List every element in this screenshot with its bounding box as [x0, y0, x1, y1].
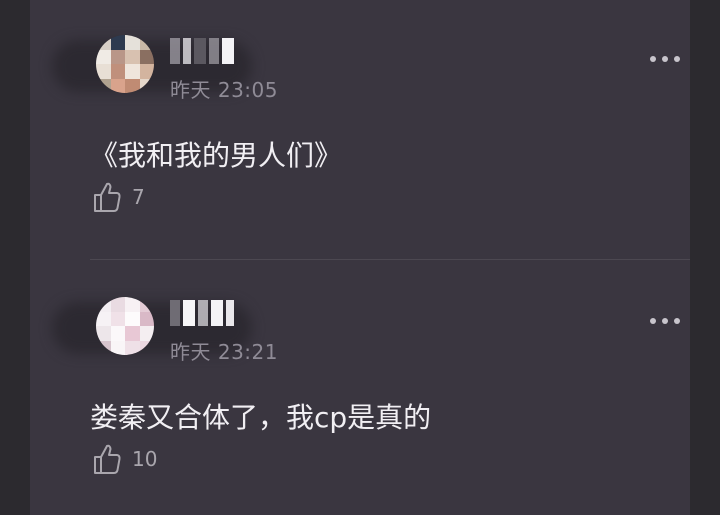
like-button[interactable]: 10 — [92, 443, 157, 475]
comment-time: 昨天 23:21 — [170, 340, 278, 364]
more-horizontal-icon — [650, 56, 656, 62]
like-count: 10 — [132, 447, 158, 471]
username-mosaic[interactable] — [170, 300, 234, 326]
thumbs-up-icon — [94, 444, 121, 474]
more-horizontal-icon — [650, 318, 656, 324]
avatar[interactable] — [96, 35, 154, 93]
avatar[interactable] — [96, 297, 154, 355]
divider — [90, 259, 690, 260]
comment-text: 《我和我的男人们》 — [90, 139, 343, 172]
comment-time: 昨天 23:05 — [170, 78, 278, 102]
comments-screen: 昨天 23:05 《我和我的男人们》 7 昨天 23:21 娄秦又合体了，我cp… — [0, 0, 720, 515]
more-options-button[interactable] — [650, 53, 680, 65]
comments-panel: 昨天 23:05 《我和我的男人们》 7 昨天 23:21 娄秦又合体了，我cp… — [30, 0, 690, 515]
more-options-button[interactable] — [650, 315, 680, 327]
comment-text: 娄秦又合体了，我cp是真的 — [90, 401, 432, 434]
thumbs-up-icon — [94, 182, 121, 212]
like-button[interactable]: 7 — [92, 181, 145, 213]
like-count: 7 — [132, 185, 145, 209]
username-mosaic[interactable] — [170, 38, 234, 64]
